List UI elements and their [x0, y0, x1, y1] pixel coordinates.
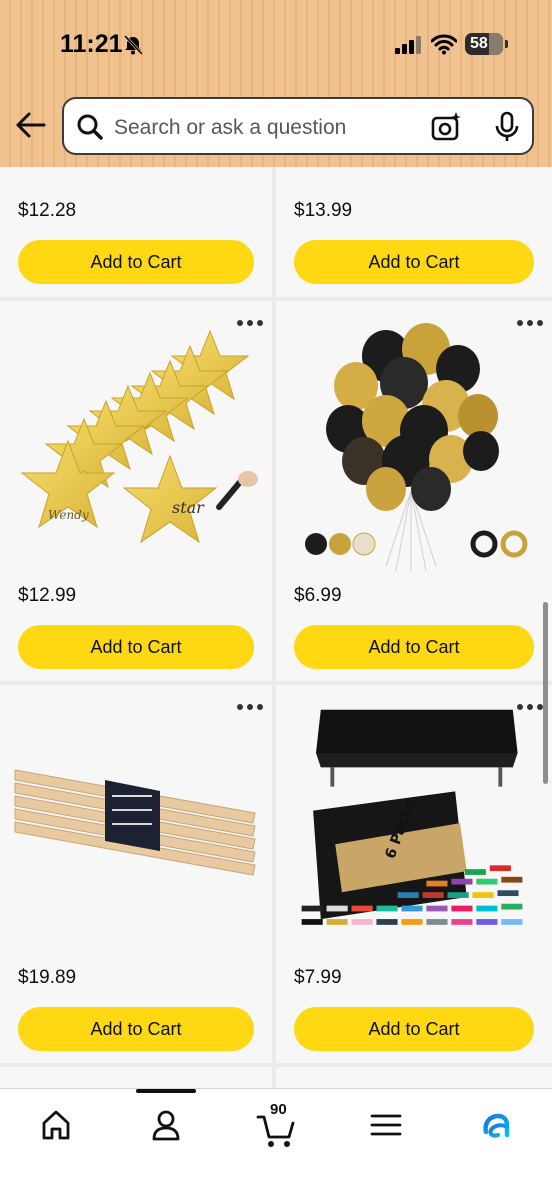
- cellular-signal-icon: [395, 36, 421, 54]
- scrollbar[interactable]: [543, 602, 548, 784]
- app-header: 11:21 58 Search or ask a question: [0, 0, 552, 167]
- bell-muted-icon: [123, 34, 144, 56]
- product-price: $19.89: [18, 967, 77, 988]
- camera-lens-icon[interactable]: [430, 111, 462, 143]
- product-card[interactable]: $6.99 Add to Cart: [276, 301, 552, 681]
- add-to-cart-button[interactable]: Add to Cart: [294, 625, 534, 669]
- search-bar[interactable]: Search or ask a question: [62, 97, 534, 155]
- bottom-navigation: 90: [0, 1088, 552, 1200]
- rufus-assistant-icon[interactable]: [476, 1105, 516, 1145]
- product-price: $6.99: [294, 585, 342, 606]
- back-arrow-icon[interactable]: [14, 110, 48, 140]
- battery-indicator: 58: [465, 33, 508, 55]
- cart-icon[interactable]: [256, 1111, 296, 1151]
- svg-text:star: star: [172, 498, 205, 517]
- product-image-balloons[interactable]: [286, 311, 536, 571]
- status-time: 11:21: [60, 30, 123, 58]
- status-bar: 11:21 58: [0, 0, 552, 90]
- product-card[interactable]: 6 Packs $7.99 Add to Cart: [276, 685, 552, 1063]
- product-price: $13.99: [294, 200, 353, 221]
- account-icon[interactable]: [146, 1105, 186, 1145]
- microphone-icon[interactable]: [494, 111, 520, 143]
- product-image-drumsticks[interactable]: [10, 695, 260, 955]
- product-price: $12.99: [18, 585, 77, 606]
- wifi-icon: [431, 34, 457, 55]
- product-price: $12.28: [18, 200, 77, 221]
- battery-level: 58: [470, 35, 488, 52]
- svg-text:Wendy: Wendy: [48, 508, 89, 522]
- add-to-cart-button[interactable]: Add to Cart: [18, 240, 254, 284]
- product-card[interactable]: Wendy star $12.99 Add to Cart: [0, 301, 272, 681]
- search-input[interactable]: Search or ask a question: [114, 116, 346, 140]
- add-to-cart-button[interactable]: Add to Cart: [294, 1007, 534, 1051]
- add-to-cart-button[interactable]: Add to Cart: [18, 1007, 254, 1051]
- menu-icon[interactable]: [366, 1105, 406, 1145]
- product-image-gold-stars[interactable]: Wendy star: [10, 311, 260, 571]
- product-price: $7.99: [294, 967, 342, 988]
- search-icon: [77, 114, 103, 140]
- product-card[interactable]: $12.28 Add to Cart: [0, 167, 272, 297]
- product-image-tablecloths[interactable]: 6 Packs: [292, 695, 532, 955]
- add-to-cart-button[interactable]: Add to Cart: [18, 625, 254, 669]
- add-to-cart-button[interactable]: Add to Cart: [294, 240, 534, 284]
- home-icon[interactable]: [36, 1105, 76, 1145]
- product-card[interactable]: $13.99 Add to Cart: [276, 167, 552, 297]
- nav-active-indicator: [136, 1089, 196, 1093]
- product-card[interactable]: $19.89 Add to Cart: [0, 685, 272, 1063]
